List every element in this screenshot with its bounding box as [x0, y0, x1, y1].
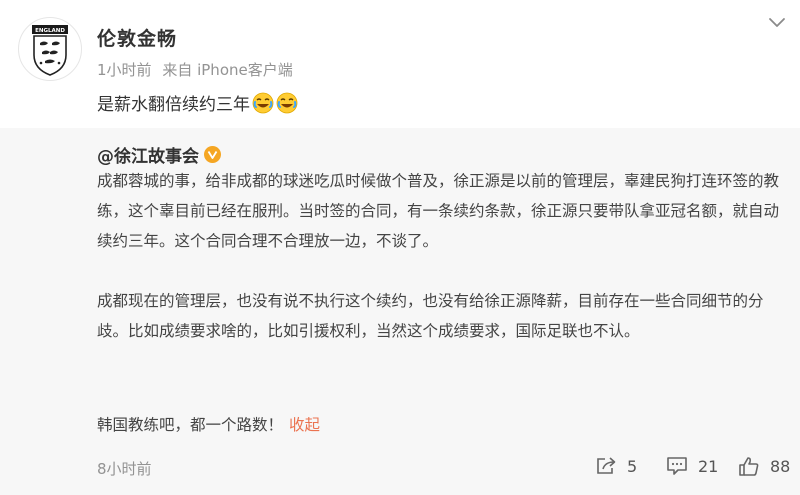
original-author-name[interactable]: @徐江故事会	[97, 142, 199, 167]
comment-button[interactable]: 21	[666, 456, 718, 476]
post-source: 来自 iPhone客户端	[162, 61, 293, 79]
original-paragraph: 韩国教练吧，都一个路数！ 收起	[97, 410, 787, 440]
post-username[interactable]: 伦敦金畅	[97, 24, 177, 51]
england-crest-icon: ENGLAND	[32, 25, 68, 76]
original-author[interactable]: @徐江故事会	[97, 142, 221, 167]
repost-count: 5	[627, 456, 638, 476]
thumbs-up-icon	[739, 457, 759, 476]
svg-text:ENGLAND: ENGLAND	[35, 28, 65, 34]
avatar[interactable]: ENGLAND	[18, 17, 82, 81]
like-count: 88	[770, 456, 791, 476]
original-paragraph: 成都蓉城的事，给非成都的球迷吃瓜时候做个普及，徐正源是以前的管理层，辜建民狗打连…	[97, 172, 780, 250]
collapse-link[interactable]: 收起	[289, 416, 320, 434]
repost-button[interactable]: 5	[595, 456, 637, 476]
comment-count: 21	[698, 456, 719, 476]
post-meta: 1小时前 来自 iPhone客户端	[97, 59, 293, 80]
weibo-post: ENGLAND 伦敦金畅 1小时前 来自 iPhone客户端 是薪水翻倍续约三年	[0, 0, 800, 128]
original-paragraph-text: 韩国教练吧，都一个路数！	[97, 416, 284, 434]
like-button[interactable]: 88	[738, 456, 790, 476]
laugh-cry-emoji-icon	[252, 92, 274, 113]
original-paragraph: 成都现在的管理层，也没有说不执行这个续约，也没有给徐正源降薪，目前存在一些合同细…	[97, 292, 764, 340]
post-text: 是薪水翻倍续约三年	[97, 95, 250, 115]
action-bar: 5 21 88	[0, 456, 800, 480]
repost-icon	[597, 457, 616, 474]
reposted-content: @徐江故事会 成都蓉城的事，给非成都的球迷吃瓜时候做个普及，徐正源是以前的管理层…	[0, 128, 800, 495]
post-content: 是薪水翻倍续约三年	[97, 90, 298, 115]
post-time[interactable]: 1小时前	[97, 61, 152, 79]
chevron-down-icon[interactable]	[768, 16, 786, 28]
verified-badge-icon	[204, 146, 221, 163]
laugh-cry-emoji-icon	[276, 92, 298, 113]
comment-icon	[667, 457, 687, 475]
